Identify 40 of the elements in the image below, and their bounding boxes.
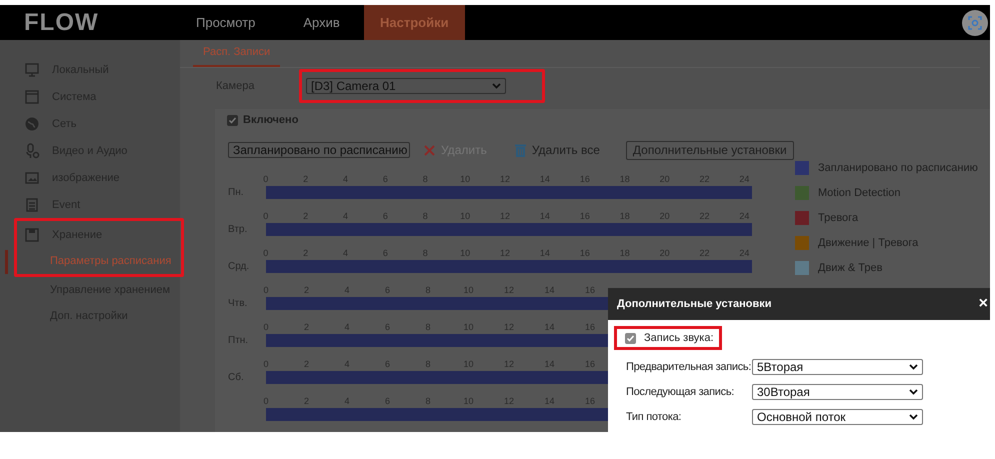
nav-tab[interactable]: Настройки: [364, 5, 465, 40]
tab[interactable]: Расп. Записи: [193, 46, 280, 67]
chevron-icon: [909, 414, 918, 420]
chevron-icon: [909, 364, 918, 370]
audio-label: Запись звука:: [644, 332, 714, 344]
chevron-icon: [909, 389, 918, 395]
dropdown-field[interactable]: 30Вторая: [752, 384, 923, 400]
globe-icon: [24, 116, 40, 132]
advanced-settings-button[interactable]: Дополнительные установки: [626, 140, 794, 160]
microphone-gear-icon: [24, 142, 40, 158]
mode-select[interactable]: Запланировано по расписанию: [228, 142, 410, 158]
enabled-checkbox[interactable]: [227, 114, 238, 126]
nav-tab[interactable]: Просмотр: [172, 5, 280, 40]
sidebar-subitem[interactable]: Параметры расписания: [50, 255, 172, 267]
legend-label: Движение | Тревога: [818, 237, 918, 249]
nav-tab[interactable]: Архив: [279, 5, 364, 40]
field-label: Предварительная запись:: [626, 361, 752, 373]
dropdown-field[interactable]: 5Вторая: [752, 359, 923, 375]
legend-label: Тревога: [818, 212, 858, 224]
image-icon: [24, 170, 40, 186]
field-label: Тип потока:: [626, 411, 682, 423]
enabled-label: Включено: [243, 114, 298, 126]
logo: FLOW: [23, 8, 100, 38]
delete-all-button[interactable]: Удалить все: [514, 143, 600, 157]
field-label: Последующая запись:: [626, 386, 736, 398]
calendar-icon: [24, 196, 40, 212]
close-icon: [424, 144, 435, 156]
monitor-icon: [24, 62, 40, 78]
window-icon: [24, 88, 40, 104]
camera-focus-icon[interactable]: [962, 10, 988, 36]
dropdown-field[interactable]: Основной поток: [752, 409, 923, 425]
chevron-icon: [492, 83, 501, 90]
camera-select[interactable]: [D3] Camera 01: [306, 78, 506, 94]
dialog-title: Дополнительные установки: [617, 298, 772, 310]
trash-icon: [514, 144, 526, 156]
legend-label: Motion Detection: [818, 187, 901, 199]
legend-label: Движ & Трев: [818, 262, 882, 274]
audio-checkbox[interactable]: [625, 332, 636, 344]
legend-label: Запланировано по расписанию: [818, 162, 978, 174]
close-button[interactable]: ×: [976, 296, 990, 312]
